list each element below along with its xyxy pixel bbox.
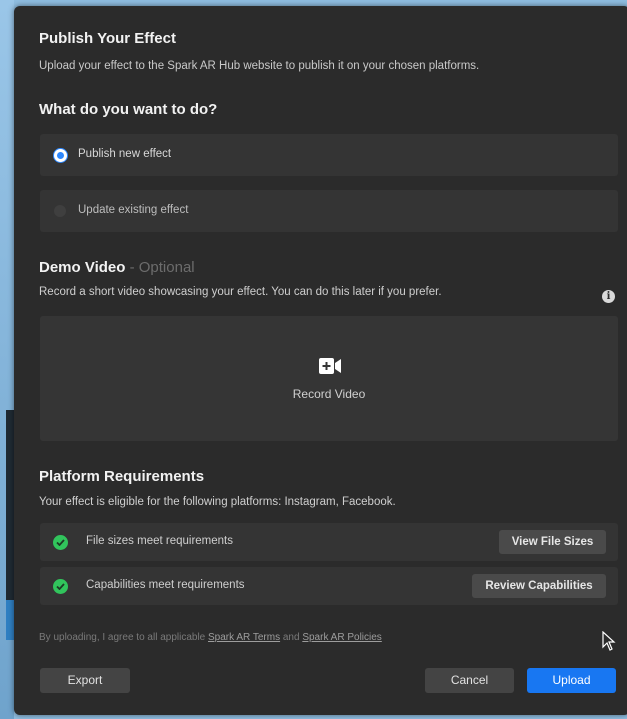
record-video-button[interactable]: Record Video [40,316,618,441]
option-label: Update existing effect [78,204,189,216]
spark-ar-terms-link[interactable]: Spark AR Terms [208,632,280,643]
review-capabilities-button[interactable]: Review Capabilities [472,574,606,598]
export-button[interactable]: Export [40,668,130,693]
legal-prefix: By uploading, I agree to all applicable [39,632,206,643]
option-label: Publish new effect [78,148,172,160]
legal-text: By uploading, I agree to all applicable … [39,632,382,643]
requirement-label: File sizes meet requirements [86,535,233,547]
platform-description: Your effect is eligible for the followin… [39,496,396,508]
dialog-subtitle: Upload your effect to the Spark AR Hub w… [39,60,480,72]
upload-button[interactable]: Upload [527,668,616,693]
info-icon[interactable]: i [602,290,615,303]
radio-unselected[interactable] [54,205,66,217]
mouse-pointer-icon [602,631,616,651]
action-heading: What do you want to do? [39,101,218,118]
requirement-row-file-sizes: File sizes meet requirements View File S… [40,523,618,561]
option-publish-new[interactable]: Publish new effect [40,134,618,176]
demo-description: Record a short video showcasing your eff… [39,286,442,298]
demo-heading: Demo Video - Optional [39,259,195,276]
check-circle-icon [53,535,68,550]
radio-selected[interactable] [54,149,67,162]
requirement-label: Capabilities meet requirements [86,579,245,591]
publish-dialog: Publish Your Effect Upload your effect t… [14,6,627,715]
background-window-edge [0,0,14,719]
optional-tag: - Optional [129,259,195,276]
view-file-sizes-button[interactable]: View File Sizes [499,530,606,554]
dialog-title: Publish Your Effect [39,30,176,47]
legal-and: and [282,632,300,643]
requirement-row-capabilities: Capabilities meet requirements Review Ca… [40,567,618,605]
background-highlight [6,600,14,640]
platform-heading: Platform Requirements [39,468,205,485]
spark-ar-policies-link[interactable]: Spark AR Policies [302,632,381,643]
cancel-button[interactable]: Cancel [425,668,514,693]
option-update-existing[interactable]: Update existing effect [40,190,618,232]
record-video-label: Record Video [292,387,366,401]
background-panel [6,410,14,600]
demo-heading-text: Demo Video [39,259,126,276]
check-circle-icon [53,579,68,594]
video-camera-plus-icon [319,358,341,374]
